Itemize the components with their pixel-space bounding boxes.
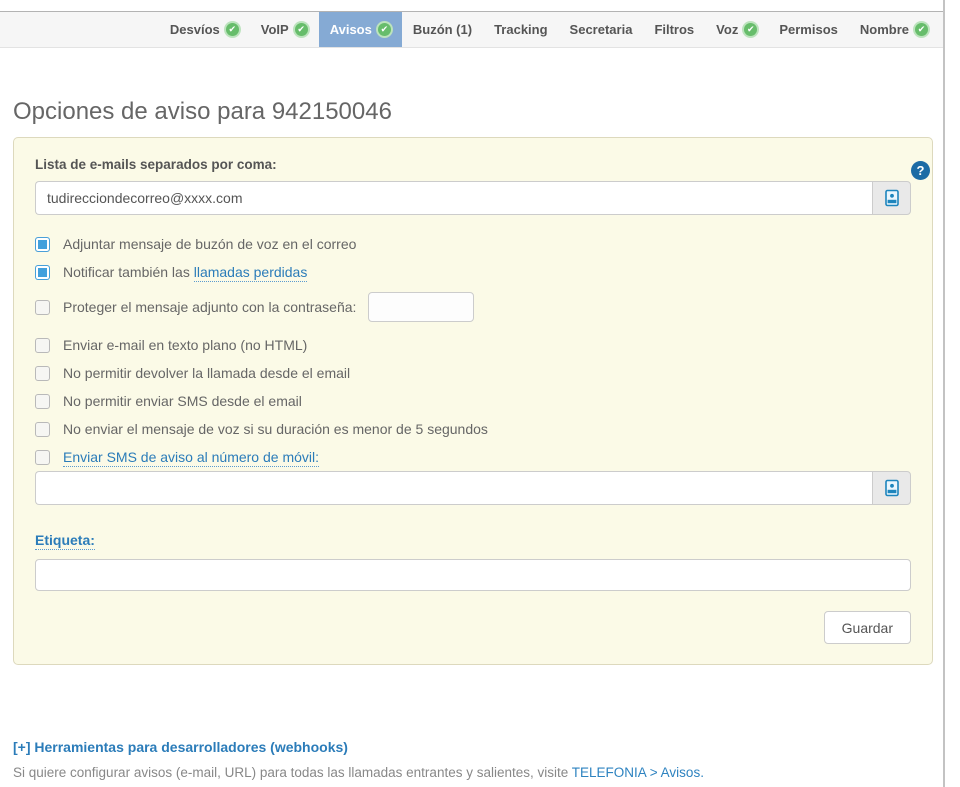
tab-label: Nombre [860,22,909,37]
no-sms-checkbox[interactable] [35,394,50,409]
tab-buzon[interactable]: Buzón (1) ✔ [402,12,483,47]
contacts-addon-button[interactable] [872,181,911,215]
min-duration-checkbox[interactable] [35,422,50,437]
help-icon[interactable]: ? [911,161,930,180]
email-input-group [35,181,911,215]
tab-voip[interactable]: VoIP ✔ [250,12,319,47]
sms-notify-link[interactable]: Enviar SMS de aviso al número de móvil: [63,449,319,467]
check-icon: ✔ [915,23,928,36]
tab-label: VoIP [261,22,289,37]
password-checkbox[interactable] [35,300,50,315]
option-row-plain-text: Enviar e-mail en texto plano (no HTML) [35,337,911,353]
options-checkbox-list: Adjuntar mensaje de buzón de voz en el c… [35,236,911,465]
tab-tracking[interactable]: Tracking ✔ [483,12,558,47]
webhooks-link[interactable]: [+] Herramientas para desarrolladores (w… [13,739,348,755]
min-duration-label: No enviar el mensaje de voz si su duraci… [63,421,488,437]
option-row-sms-notify: Enviar SMS de aviso al número de móvil: [35,449,911,465]
contacts-addon-button-sms[interactable] [872,471,911,505]
sms-input-group [35,471,911,505]
tab-label: Desvíos [170,22,220,37]
sms-number-input[interactable] [35,471,872,505]
tab-label: Tracking [494,22,547,37]
password-input[interactable] [368,292,474,322]
tab-filtros[interactable]: Filtros ✔ [643,12,705,47]
tab-voz[interactable]: Voz ✔ [705,12,768,47]
attach-checkbox[interactable] [35,237,50,252]
option-row-min-duration: No enviar el mensaje de voz si su duraci… [35,421,911,437]
save-row: Guardar [35,611,911,644]
check-icon: ✔ [295,23,308,36]
tab-permisos[interactable]: Permisos ✔ [768,12,849,47]
footer: [+] Herramientas para desarrolladores (w… [13,739,930,780]
save-button[interactable]: Guardar [824,611,911,644]
tab-label: Buzón (1) [413,22,472,37]
tab-label: Permisos [779,22,838,37]
tab-label: Secretaria [570,22,633,37]
tab-label: Avisos [330,22,372,37]
contact-book-icon [883,189,901,207]
email-list-label: Lista de e-mails separados por coma: [35,157,911,172]
check-icon: ✔ [744,23,757,36]
check-icon: ✔ [378,23,391,36]
tab-label: Voz [716,22,738,37]
missed-calls-checkbox[interactable] [35,265,50,280]
missed-calls-label: Notificar también las llamadas perdidas [63,264,307,280]
option-row-password: Proteger el mensaje adjunto con la contr… [35,292,911,322]
main-container: Desvíos ✔ VoIP ✔ Avisos ✔ Buzón (1) ✔ Tr… [0,0,945,787]
option-row-no-sms: No permitir enviar SMS desde el email [35,393,911,409]
option-row-no-callback: No permitir devolver la llamada desde el… [35,365,911,381]
footer-info-text: Si quiere configurar avisos (e-mail, URL… [13,765,930,780]
plain-text-checkbox[interactable] [35,338,50,353]
page-title: Opciones de aviso para 942150046 [13,98,930,126]
content-area: ? Opciones de aviso para 942150046 Lista… [0,98,943,780]
sms-notify-checkbox[interactable] [35,450,50,465]
tab-label: Filtros [654,22,694,37]
top-spacer [0,0,943,11]
option-row-attach: Adjuntar mensaje de buzón de voz en el c… [35,236,911,252]
password-label: Proteger el mensaje adjunto con la contr… [63,299,356,315]
missed-calls-text: Notificar también las [63,264,194,280]
page: Desvíos ✔ VoIP ✔ Avisos ✔ Buzón (1) ✔ Tr… [0,0,960,787]
etiqueta-input[interactable] [35,559,911,591]
tab-nombre[interactable]: Nombre ✔ [849,12,939,47]
no-sms-label: No permitir enviar SMS desde el email [63,393,302,409]
email-list-input[interactable] [35,181,872,215]
footer-info-prefix: Si quiere configurar avisos (e-mail, URL… [13,765,572,780]
sms-notify-label: Enviar SMS de aviso al número de móvil: [63,449,319,465]
contact-book-icon [883,479,901,497]
plain-text-label: Enviar e-mail en texto plano (no HTML) [63,337,307,353]
attach-label: Adjuntar mensaje de buzón de voz en el c… [63,236,356,252]
check-icon: ✔ [226,23,239,36]
tab-desvios[interactable]: Desvíos ✔ [159,12,250,47]
etiqueta-link-label[interactable]: Etiqueta: [35,532,95,550]
missed-calls-link[interactable]: llamadas perdidas [194,264,308,282]
aviso-options-panel: Lista de e-mails separados por coma: [13,137,933,665]
no-callback-label: No permitir devolver la llamada desde el… [63,365,350,381]
tab-avisos[interactable]: Avisos ✔ [319,12,402,47]
tab-bar: Desvíos ✔ VoIP ✔ Avisos ✔ Buzón (1) ✔ Tr… [0,11,943,48]
telefonia-avisos-link[interactable]: TELEFONIA > Avisos. [572,765,704,780]
option-row-missed-calls: Notificar también las llamadas perdidas [35,264,911,280]
no-callback-checkbox[interactable] [35,366,50,381]
tab-secretaria[interactable]: Secretaria ✔ [559,12,644,47]
